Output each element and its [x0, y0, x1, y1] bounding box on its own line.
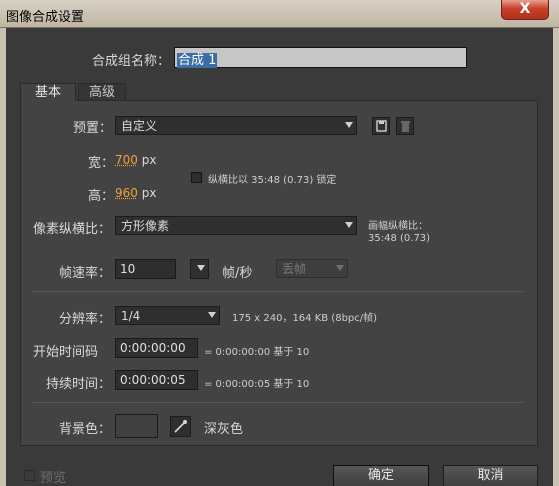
title-bar: 图像合成设置 X: [0, 0, 559, 28]
preset-dropdown[interactable]: 自定义: [115, 116, 357, 135]
drop-frame-value: 丢帧: [282, 262, 307, 276]
height-field: 960 px: [115, 186, 156, 200]
pixel-aspect-dropdown[interactable]: 方形像素: [115, 216, 357, 235]
eyedropper-button[interactable]: [170, 416, 191, 437]
chevron-down-icon: [197, 265, 205, 271]
tab-basic[interactable]: 基本: [20, 83, 76, 101]
window-title: 图像合成设置: [6, 10, 85, 25]
start-timecode-info: = 0:00:00:00 基于 10: [204, 347, 310, 358]
background-label: 背景色：: [59, 422, 112, 437]
frame-rate-unit: 帧/秒: [222, 266, 253, 281]
duration-info: = 0:00:00:05 基于 10: [204, 379, 310, 390]
ok-button[interactable]: 确定: [333, 465, 429, 486]
resolution-value: 1/4: [121, 309, 141, 323]
trash-icon: [401, 121, 410, 132]
height-label: 高：: [88, 189, 115, 204]
preview-checkbox[interactable]: [24, 470, 35, 481]
drop-frame-dropdown: 丢帧: [276, 259, 348, 278]
background-color-swatch[interactable]: [115, 414, 158, 438]
delete-preset-button[interactable]: [396, 117, 414, 135]
resolution-label: 分辨率：: [59, 312, 112, 327]
close-button[interactable]: X: [501, 0, 549, 20]
start-timecode-label: 开始时间码: [33, 345, 99, 360]
height-unit: px: [141, 186, 157, 200]
chevron-down-icon: [336, 265, 344, 271]
frame-aspect-value: 35:48 (0.73): [368, 233, 431, 244]
frame-rate-label: 帧速率：: [59, 266, 112, 281]
preset-value: 自定义: [121, 119, 158, 133]
divider: [32, 291, 524, 292]
resolution-dropdown[interactable]: 1/4: [115, 306, 220, 325]
cancel-button[interactable]: 取消: [443, 465, 538, 486]
comp-name-input[interactable]: 合成 1: [174, 47, 467, 68]
height-value[interactable]: 960: [115, 186, 138, 200]
preset-label: 预置：: [73, 121, 113, 136]
width-field: 700 px: [115, 153, 156, 167]
lock-aspect-checkbox[interactable]: [191, 172, 202, 183]
chevron-down-icon: [208, 312, 216, 318]
resolution-info: 175 x 240，164 KB (8bpc/帧): [232, 313, 378, 324]
width-label: 宽：: [88, 156, 115, 171]
frame-rate-dropdown[interactable]: [190, 259, 209, 279]
save-icon: [376, 120, 387, 132]
duration-label: 持续时间：: [46, 377, 112, 392]
frame-rate-input[interactable]: 10: [115, 259, 176, 279]
pixel-aspect-label: 像素纵横比：: [33, 222, 112, 237]
preview-label: 预览: [40, 471, 67, 486]
duration-input[interactable]: 0:00:00:05: [115, 370, 198, 390]
lock-aspect-label: 纵横比以 35:48 (0.73) 锁定: [208, 175, 337, 186]
frame-aspect-label: 画幅纵横比：: [368, 221, 428, 232]
eyedropper-icon: [174, 420, 187, 433]
background-color-name: 深灰色: [204, 422, 244, 437]
chevron-down-icon: [345, 122, 353, 128]
comp-name-label: 合成组名称：: [92, 54, 171, 69]
chevron-down-icon: [345, 222, 353, 228]
start-timecode-input[interactable]: 0:00:00:00: [115, 338, 198, 358]
save-preset-button[interactable]: [372, 117, 390, 135]
width-value[interactable]: 700: [115, 153, 138, 167]
divider: [32, 402, 524, 403]
pixel-aspect-value: 方形像素: [121, 219, 170, 233]
width-unit: px: [141, 153, 157, 167]
